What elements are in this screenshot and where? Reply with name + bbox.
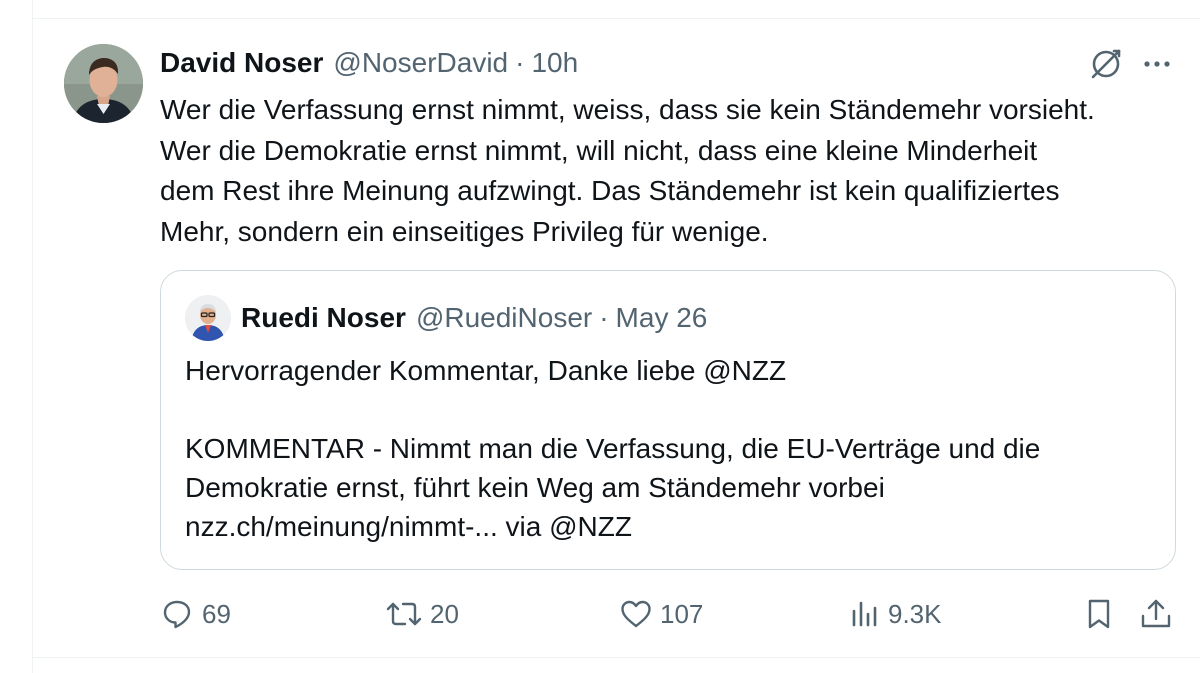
- like-count: 107: [660, 598, 704, 629]
- repost-icon: [384, 597, 424, 631]
- tweet-text-line: Wer die Demokratie ernst nimmt, will nic…: [160, 134, 1038, 166]
- views-button[interactable]: 9.3K: [850, 590, 942, 638]
- bottom-divider: [32, 657, 1200, 658]
- quoted-text-line: [185, 390, 1155, 429]
- quoted-text-line: Demokratie ernst, führt kein Weg am Stän…: [185, 472, 885, 503]
- quoted-text-line: nzz.ch/meinung/nimmt-... via @NZZ: [185, 511, 632, 542]
- views-count: 9.3K: [888, 598, 942, 629]
- separator-dot: ·: [515, 47, 525, 78]
- author-handle[interactable]: @NoserDavid: [333, 47, 508, 79]
- bookmark-icon: [1082, 597, 1116, 631]
- tweet-text-line: dem Rest ihre Meinung aufzwingt. Das Stä…: [160, 175, 1060, 206]
- quoted-tweet[interactable]: Ruedi Noser @RuediNoser · May 26 Hervorr…: [160, 270, 1176, 570]
- tweet-time[interactable]: 10h: [531, 47, 578, 79]
- like-button[interactable]: 107: [618, 590, 703, 638]
- tweet-text: Wer die Verfassung ernst nimmt, weiss, d…: [160, 90, 1190, 252]
- tweet-text-line: Wer die Verfassung ernst nimmt, weiss, d…: [160, 94, 1095, 125]
- share-icon: [1138, 597, 1174, 631]
- quoted-author-avatar[interactable]: [185, 295, 231, 341]
- tweet-text-line: Mehr, sondern ein einseitiges Privileg f…: [160, 215, 769, 247]
- like-icon: [618, 597, 654, 631]
- quoted-text-line: Hervorragender Kommentar, Danke liebe @N…: [185, 355, 787, 386]
- repost-count: 20: [430, 598, 459, 629]
- reply-count: 69: [202, 598, 231, 629]
- quoted-header: Ruedi Noser @RuediNoser · May 26: [241, 299, 707, 337]
- grok-icon[interactable]: [1087, 45, 1125, 83]
- reply-button[interactable]: 69: [160, 590, 231, 638]
- top-divider: [32, 18, 1200, 19]
- repost-button[interactable]: 20: [384, 590, 459, 638]
- quoted-author-name[interactable]: Ruedi Noser: [241, 302, 406, 334]
- quoted-author-handle[interactable]: @RuediNoser: [416, 302, 592, 334]
- more-icon[interactable]: [1138, 45, 1176, 83]
- quoted-date[interactable]: May 26: [616, 302, 708, 334]
- share-button[interactable]: [1138, 590, 1174, 638]
- author-name[interactable]: David Noser: [160, 47, 323, 79]
- tweet-header: David Noser @NoserDavid · 10h: [160, 44, 578, 82]
- action-bar: 69 20 107 9.3K: [160, 590, 1180, 638]
- quoted-text: Hervorragender Kommentar, Danke liebe @N…: [185, 351, 1155, 546]
- bookmark-button[interactable]: [1082, 590, 1116, 638]
- author-avatar[interactable]: [64, 44, 143, 123]
- reply-icon: [160, 597, 194, 631]
- quoted-text-line: KOMMENTAR - Nimmt man die Verfassung, di…: [185, 433, 1041, 464]
- views-icon: [850, 597, 880, 631]
- separator-dot: ·: [599, 302, 609, 333]
